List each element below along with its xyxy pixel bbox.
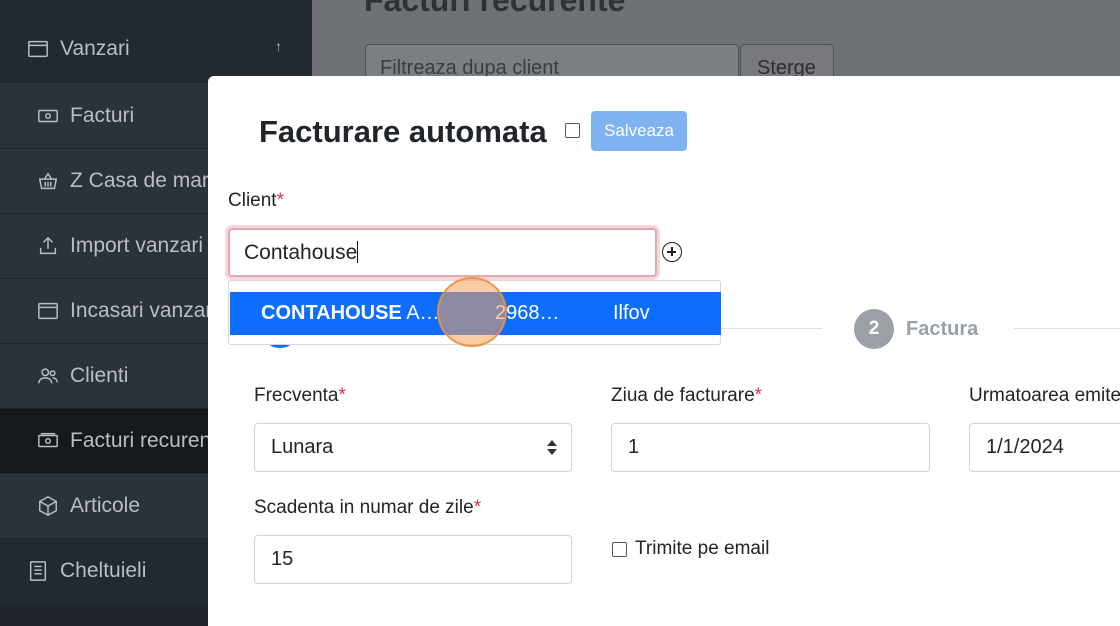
client-input[interactable]: Contahouse xyxy=(228,228,657,277)
sidebar-item-label: Facturi xyxy=(70,104,135,127)
step-2-label[interactable]: Factura xyxy=(906,318,978,341)
upload-icon xyxy=(36,234,60,258)
sidebar-section-vanzari[interactable]: Vanzari ↑ xyxy=(0,0,312,84)
box-icon xyxy=(36,494,60,518)
sidebar-item-label: Cheltuieli xyxy=(60,559,147,582)
step-connector xyxy=(1014,328,1120,329)
sidebar-item-label: Import vanzari xyxy=(70,234,204,257)
sidebar-item-label: Facturi recurente xyxy=(70,429,229,452)
frequency-value: Lunara xyxy=(271,436,334,458)
frequency-select[interactable]: Lunara xyxy=(254,423,572,472)
frequency-label-text: Frecventa xyxy=(254,385,339,406)
client-label-text: Client xyxy=(228,190,277,211)
step-2-number[interactable]: 2 xyxy=(854,309,894,349)
sidebar-item-label: Clienti xyxy=(70,364,129,387)
window-icon xyxy=(36,299,60,323)
billing-day-label-text: Ziua de facturare xyxy=(611,385,755,406)
sidebar-section-row: Vanzari xyxy=(0,34,312,64)
option-client-name: CONTAHOUSE A… xyxy=(261,302,440,325)
click-indicator xyxy=(437,277,507,347)
sidebar-section-label: Vanzari xyxy=(60,37,130,60)
option-county: Ilfov xyxy=(613,302,650,324)
money-icon xyxy=(36,429,60,453)
select-arrows-icon xyxy=(547,440,557,456)
due-days-label: Scadenta in numar de zile* xyxy=(254,497,481,519)
sidebar-item-label: Incasari vanzari xyxy=(70,299,218,322)
required-mark: * xyxy=(473,497,482,518)
basket-icon xyxy=(36,169,60,193)
page-title: Facturi recurente xyxy=(364,0,626,18)
required-mark: * xyxy=(276,190,284,211)
option-name-bold: CONTAHOUSE xyxy=(261,302,402,324)
due-days-input[interactable]: 15 xyxy=(254,535,572,584)
active-checkbox[interactable] xyxy=(565,123,580,138)
recurring-invoice-modal: Facturare automata Salveaza Client* Cont… xyxy=(208,76,1120,626)
users-icon xyxy=(36,364,60,388)
next-issue-input[interactable]: 1/1/2024 xyxy=(969,423,1120,472)
frequency-label: Frecventa* xyxy=(254,385,346,407)
add-client-icon[interactable] xyxy=(662,242,682,262)
option-name-rest: A… xyxy=(401,302,440,324)
required-mark: * xyxy=(338,385,346,406)
sidebar-item-label: Articole xyxy=(70,494,141,517)
save-button[interactable]: Salveaza xyxy=(591,111,687,151)
receipt-icon xyxy=(26,559,50,583)
modal-title: Facturare automata xyxy=(259,114,547,149)
required-mark: * xyxy=(754,385,763,406)
window-icon xyxy=(26,37,50,61)
send-email-checkbox[interactable] xyxy=(612,542,627,557)
billing-day-input[interactable]: 1 xyxy=(611,423,930,472)
arrow-up-icon[interactable]: ↑ xyxy=(275,38,282,54)
client-input-value: Contahouse xyxy=(244,241,358,264)
billing-day-label: Ziua de facturare* xyxy=(611,385,762,407)
due-days-label-text: Scadenta in numar de zile xyxy=(254,497,474,518)
money-icon xyxy=(36,104,60,128)
next-issue-label: Urmatoarea emitere xyxy=(969,385,1120,406)
send-email-label[interactable]: Trimite pe email xyxy=(635,538,769,560)
text-caret xyxy=(357,241,359,263)
client-label: Client* xyxy=(228,190,284,212)
